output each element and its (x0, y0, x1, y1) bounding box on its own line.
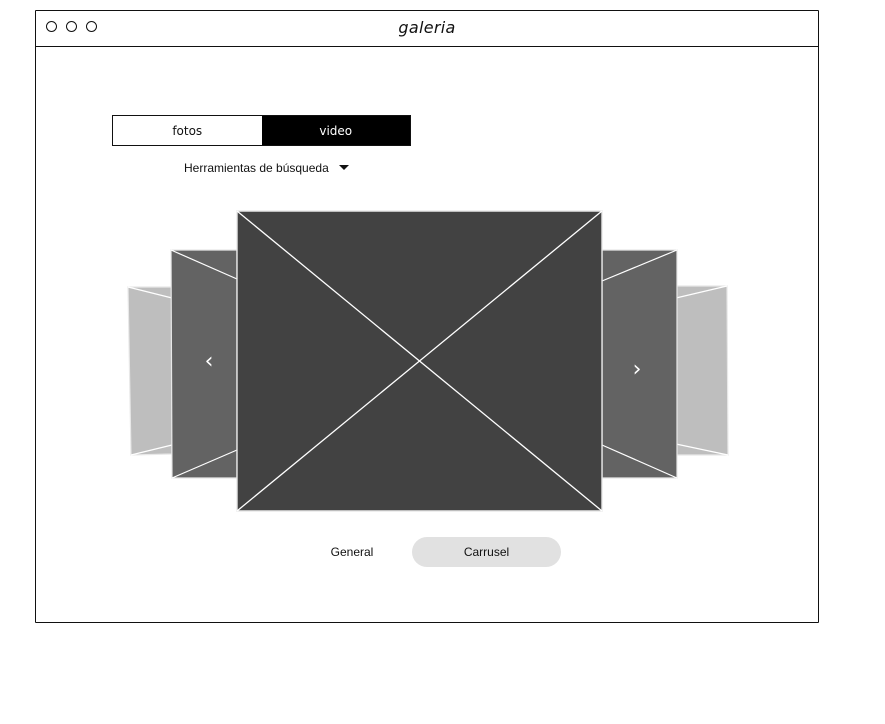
tab-video[interactable]: video (261, 116, 410, 145)
window-titlebar: galeria (36, 11, 818, 47)
view-carousel-button[interactable]: Carrusel (412, 537, 561, 567)
window-title: galeria (398, 18, 456, 37)
search-tools-label: Herramientas de búsqueda (184, 161, 329, 175)
main-image-placeholder (236, 210, 603, 512)
chevron-left-icon[interactable]: ‹ (199, 351, 219, 373)
search-tools-dropdown[interactable]: Herramientas de búsqueda (184, 161, 349, 175)
carousel-images (127, 210, 729, 512)
far-right-image-placeholder (675, 285, 729, 456)
caret-down-icon (338, 165, 349, 170)
media-tabs: fotos video (112, 115, 411, 146)
chevron-right-icon[interactable]: › (627, 359, 647, 381)
far-left-image-placeholder (127, 286, 173, 456)
browser-window: galeria fotos video Herramientas de búsq… (35, 10, 819, 623)
image-carousel: ‹ › (36, 11, 820, 624)
tab-fotos[interactable]: fotos (113, 116, 262, 145)
view-general-button[interactable]: General (302, 537, 402, 567)
